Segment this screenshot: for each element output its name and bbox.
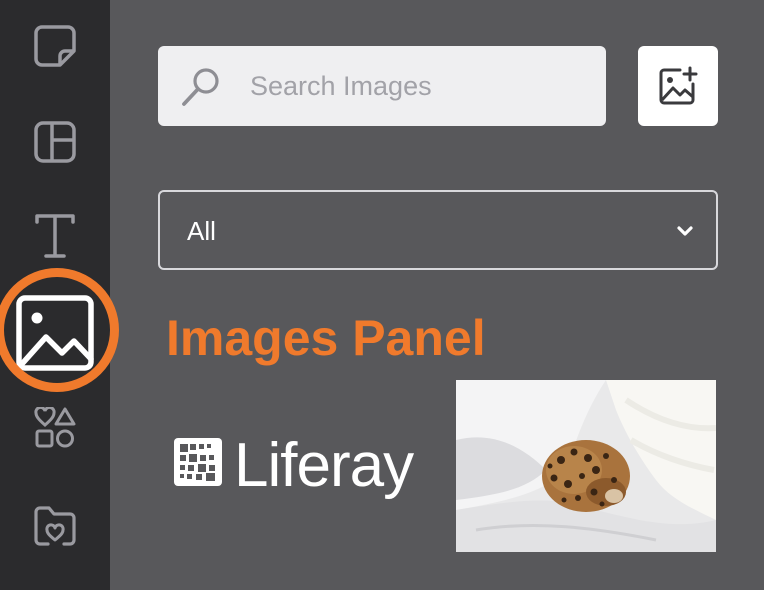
image-icon: [16, 295, 94, 371]
chevron-down-icon: [677, 226, 693, 236]
liferay-logo-mark: [174, 438, 222, 486]
search-icon: [182, 68, 219, 106]
text-icon: [35, 214, 75, 258]
sticky-note-icon: [34, 25, 76, 67]
page-title: Images Panel: [166, 310, 486, 366]
sidebar-item-images[interactable]: [12, 292, 98, 374]
add-image-icon: [659, 66, 698, 105]
search-box: [158, 46, 606, 126]
search-input[interactable]: [250, 46, 590, 126]
cat-photo: [456, 380, 716, 552]
liferay-logo-text: Liferay: [234, 431, 414, 500]
layout-icon: [34, 121, 76, 163]
image-thumbnail-liferay[interactable]: Liferay: [158, 380, 438, 552]
add-image-button[interactable]: [638, 46, 718, 126]
sidebar-item-text[interactable]: [25, 206, 85, 266]
image-thumbnail-cat[interactable]: [456, 380, 716, 552]
sidebar-item-layouts[interactable]: [25, 112, 85, 172]
shapes-icon: [34, 407, 76, 448]
sidebar-item-favorites[interactable]: [25, 496, 85, 556]
category-select-value: All: [187, 216, 216, 246]
sidebar-item-shapes[interactable]: [25, 398, 85, 458]
folder-favorites-icon: [34, 506, 76, 546]
category-select[interactable]: All: [158, 190, 718, 270]
sidebar-item-sticky-notes[interactable]: [25, 16, 85, 76]
